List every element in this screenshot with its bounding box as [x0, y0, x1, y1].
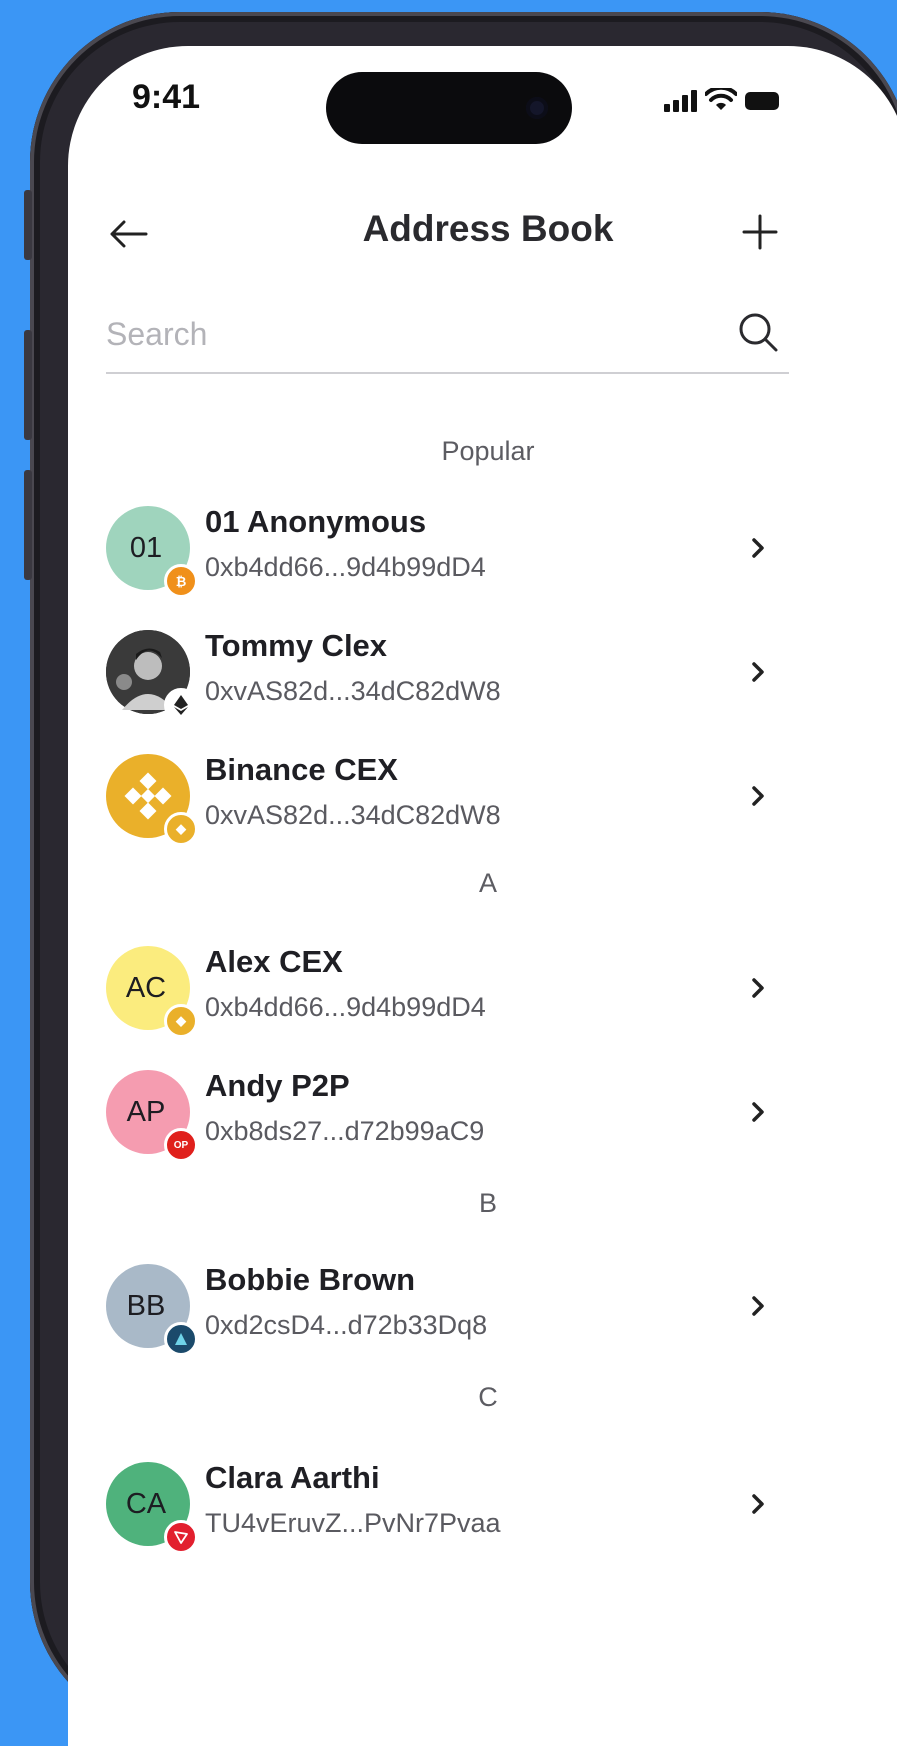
contact-row-tommy-clex[interactable]: Tommy Clex 0xvAS82d...34dC82dW8 [106, 620, 789, 724]
action-button [24, 190, 32, 260]
chevron-right-icon [752, 1296, 764, 1316]
contact-name: Andy P2P [205, 1068, 350, 1103]
avatar: BB [106, 1264, 198, 1356]
contact-row-bobbie-brown[interactable]: BB Bobbie Brown 0xd2csD4...d72b33Dq8 [106, 1254, 789, 1358]
avatar-initials: AP [126, 1095, 166, 1128]
chevron-right-icon [752, 662, 764, 682]
avatar-initials: BB [126, 1289, 166, 1322]
contact-address: 0xvAS82d...34dC82dW8 [205, 676, 501, 706]
avatar-initials: AC [125, 971, 167, 1004]
contact-address: 0xvAS82d...34dC82dW8 [205, 800, 501, 830]
network-icon [164, 1322, 198, 1356]
add-contact-plus-icon[interactable] [738, 210, 782, 254]
section-header-a: A [478, 868, 497, 898]
ethereum-icon [164, 688, 198, 722]
contact-address: 0xd2csD4...d72b33Dq8 [205, 1310, 488, 1340]
contact-row-clara-aarthi[interactable]: CA Clara Aarthi TU4vEruvZ...PvNr7Pvaa [106, 1452, 789, 1556]
chevron-right-icon [752, 1102, 764, 1122]
avatar: CA [106, 1462, 198, 1554]
status-time: 9:41 [132, 78, 201, 116]
chevron-right-icon [752, 786, 764, 806]
status-bar: 9:41 [68, 46, 897, 156]
battery-icon [745, 92, 779, 110]
avatar: 01 ₿ [106, 506, 198, 598]
contact-row-alex-cex[interactable]: AC ◆ Alex CEX 0xb4dd66...9d4b99dD4 [106, 936, 789, 1040]
section-header-c: C [478, 1382, 498, 1412]
op-icon: OP [164, 1128, 198, 1162]
avatar-initials: 01 [129, 531, 163, 564]
contact-name: Alex CEX [205, 944, 343, 979]
contact-name: Clara Aarthi [205, 1460, 380, 1495]
section-header-b: B [478, 1188, 497, 1218]
signal-icon [664, 90, 697, 112]
header: Address Book [68, 196, 897, 276]
volume-up-button [24, 330, 32, 440]
contact-name: Bobbie Brown [205, 1262, 416, 1297]
bitcoin-icon: ₿ [164, 564, 198, 598]
contact-name: Binance CEX [205, 752, 398, 787]
avatar-photo [106, 630, 198, 722]
section-header-popular: Popular [441, 436, 535, 466]
chevron-right-icon [752, 1494, 764, 1514]
bnb-icon: ◆ [164, 812, 198, 846]
search-icon[interactable] [736, 310, 780, 354]
search-input[interactable] [106, 310, 706, 358]
volume-down-button [24, 470, 32, 580]
front-camera-icon [526, 97, 548, 119]
contact-address: 0xb4dd66...9d4b99dD4 [205, 552, 486, 582]
phone-screen: 9:41 Address Book Search Popular 01 ₿ 01… [68, 46, 897, 1746]
dynamic-island [326, 72, 572, 144]
contact-address: TU4vEruvZ...PvNr7Pvaa [205, 1508, 501, 1538]
avatar-initials: CA [125, 1487, 167, 1520]
status-icons [664, 88, 779, 112]
binance-logo-icon [124, 772, 172, 820]
back-arrow-icon[interactable] [106, 214, 150, 254]
search-bar [106, 296, 789, 374]
bnb-icon: ◆ [164, 1004, 198, 1038]
chevron-right-icon [752, 978, 764, 998]
wifi-icon [705, 88, 737, 110]
contact-name: Tommy Clex [205, 628, 388, 663]
avatar-logo: ◆ [106, 754, 198, 846]
avatar: AP OP [106, 1070, 198, 1162]
chevron-right-icon [752, 538, 764, 558]
contact-address: 0xb4dd66...9d4b99dD4 [205, 992, 486, 1022]
contact-row-andy-p2p[interactable]: AP OP Andy P2P 0xb8ds27...d72b99aC9 [106, 1060, 789, 1164]
contact-row-binance-cex[interactable]: ◆ Binance CEX 0xvAS82d...34dC82dW8 [106, 744, 789, 848]
tron-icon [164, 1520, 198, 1554]
contact-address: 0xb8ds27...d72b99aC9 [205, 1116, 485, 1146]
contact-row-01-anonymous[interactable]: 01 ₿ 01 Anonymous 0xb4dd66...9d4b99dD4 [106, 496, 789, 600]
contact-name: 01 Anonymous [205, 504, 427, 539]
avatar: AC ◆ [106, 946, 198, 1038]
